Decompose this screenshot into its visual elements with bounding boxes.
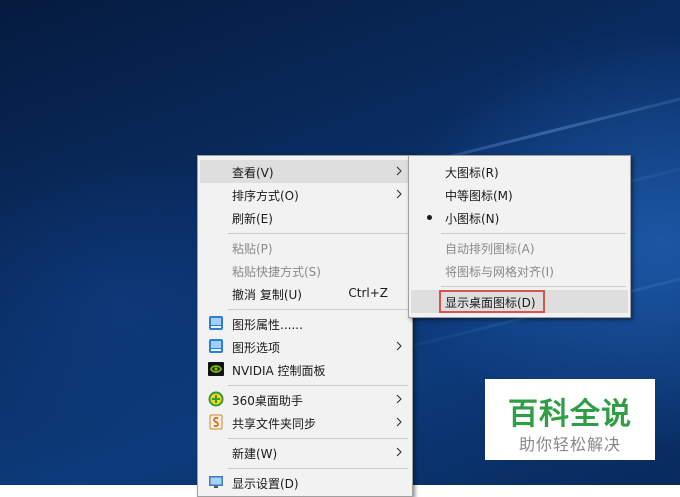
graphics-icon	[209, 339, 223, 353]
sync-icon	[209, 414, 223, 430]
menu-item-shared-folder-sync[interactable]: 共享文件夹同步	[200, 411, 410, 434]
desktop-context-menu: 查看(V) 排序方式(O) 刷新(E) 粘贴(P) 粘贴快捷方式(S) 撤消 复…	[197, 155, 413, 497]
menu-item-display-settings[interactable]: 显示设置(D)	[200, 471, 410, 494]
menu-item-label: 共享文件夹同步	[232, 417, 317, 431]
menu-item-label: 显示桌面图标(D)	[445, 296, 536, 310]
chevron-right-icon	[396, 447, 402, 457]
watermark-subtitle: 助你轻松解决	[518, 435, 621, 454]
menu-separator	[441, 233, 626, 234]
menu-item-label: 粘贴快捷方式(S)	[232, 265, 321, 279]
menu-item-refresh[interactable]: 刷新(E)	[200, 206, 410, 229]
menu-item-paste[interactable]: 粘贴(P)	[200, 236, 410, 259]
watermark-title: 百科全说	[508, 397, 632, 432]
menu-item-graphics-properties[interactable]: 图形属性......	[200, 312, 410, 335]
menu-item-label: NVIDIA 控制面板	[232, 364, 326, 378]
submenu-item-medium-icons[interactable]: 中等图标(M)	[411, 183, 628, 206]
menu-item-sort-by[interactable]: 排序方式(O)	[200, 183, 410, 206]
display-icon	[209, 476, 223, 488]
menu-item-undo-copy[interactable]: 撤消 复制(U) Ctrl+Z	[200, 282, 410, 305]
menu-separator	[441, 286, 626, 287]
nvidia-icon	[208, 362, 224, 376]
menu-item-paste-shortcut[interactable]: 粘贴快捷方式(S)	[200, 259, 410, 282]
menu-item-label: 新建(W)	[232, 447, 278, 461]
menu-item-shortcut: Ctrl+Z	[348, 286, 388, 300]
menu-item-label: 图形属性......	[232, 318, 303, 332]
chevron-right-icon	[396, 341, 402, 351]
menu-item-label: 粘贴(P)	[232, 242, 273, 256]
menu-item-label: 360桌面助手	[232, 394, 303, 408]
menu-item-label: 刷新(E)	[232, 212, 273, 226]
submenu-item-show-desktop-icons[interactable]: 显示桌面图标(D)	[411, 290, 628, 313]
menu-separator	[228, 309, 408, 310]
chevron-right-icon	[396, 417, 402, 427]
submenu-item-large-icons[interactable]: 大图标(R)	[411, 160, 628, 183]
submenu-item-small-icons[interactable]: 小图标(N)	[411, 206, 628, 229]
chevron-right-icon	[396, 166, 402, 176]
menu-item-label: 撤消 复制(U)	[232, 288, 302, 302]
menu-item-label: 中等图标(M)	[445, 189, 513, 203]
menu-item-view[interactable]: 查看(V)	[200, 160, 410, 183]
menu-item-label: 大图标(R)	[445, 166, 499, 180]
menu-item-nvidia-control-panel[interactable]: NVIDIA 控制面板	[200, 358, 410, 381]
submenu-item-align-to-grid[interactable]: 将图标与网格对齐(I)	[411, 259, 628, 282]
view-submenu: 大图标(R) 中等图标(M) 小图标(N) 自动排列图标(A) 将图标与网格对齐…	[408, 155, 631, 318]
menu-item-label: 小图标(N)	[445, 212, 500, 226]
menu-item-label: 查看(V)	[232, 166, 274, 180]
selected-bullet-icon	[427, 215, 432, 220]
watermark-logo: 百科全说 助你轻松解决	[485, 379, 655, 460]
chevron-right-icon	[396, 394, 402, 404]
menu-item-label: 图形选项	[232, 341, 281, 355]
360-icon	[208, 391, 224, 407]
menu-separator	[228, 233, 408, 234]
menu-item-label: 将图标与网格对齐(I)	[445, 265, 554, 279]
menu-item-label: 自动排列图标(A)	[445, 242, 535, 256]
submenu-item-auto-arrange[interactable]: 自动排列图标(A)	[411, 236, 628, 259]
graphics-icon	[209, 316, 223, 330]
menu-item-new[interactable]: 新建(W)	[200, 441, 410, 464]
menu-separator	[228, 438, 408, 439]
menu-separator	[228, 385, 408, 386]
menu-item-label: 显示设置(D)	[232, 477, 299, 491]
menu-item-label: 排序方式(O)	[232, 189, 299, 203]
menu-separator	[228, 468, 408, 469]
menu-item-360-desktop-assistant[interactable]: 360桌面助手	[200, 388, 410, 411]
menu-item-graphics-options[interactable]: 图形选项	[200, 335, 410, 358]
chevron-right-icon	[396, 189, 402, 199]
